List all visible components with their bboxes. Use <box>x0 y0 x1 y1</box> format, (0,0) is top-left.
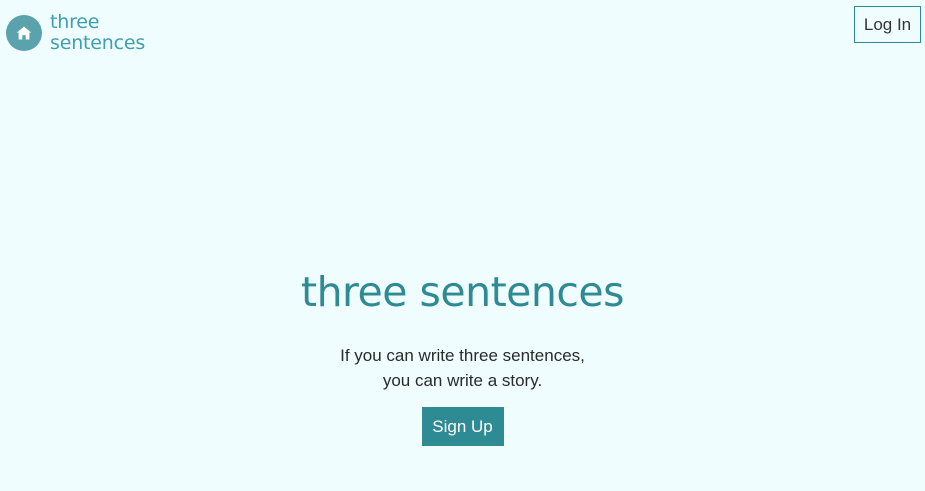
logo-text-line2: sentences <box>50 32 146 54</box>
logo-text-line1: three <box>50 11 100 33</box>
login-button[interactable]: Log In <box>854 6 921 43</box>
logo-wordmark: three sentences <box>50 12 145 54</box>
hero-section: three sentences If you can write three s… <box>0 262 925 446</box>
hero-title: three sentences <box>301 268 624 316</box>
home-icon <box>6 15 42 51</box>
home-logo-link[interactable]: three sentences <box>6 12 145 54</box>
hero-tagline-line2: you can write a story. <box>382 371 543 390</box>
signup-button[interactable]: Sign Up <box>421 407 504 446</box>
hero-tagline-line1: If you can write three sentences, <box>340 346 585 365</box>
hero-tagline: If you can write three sentences, you ca… <box>0 343 925 393</box>
